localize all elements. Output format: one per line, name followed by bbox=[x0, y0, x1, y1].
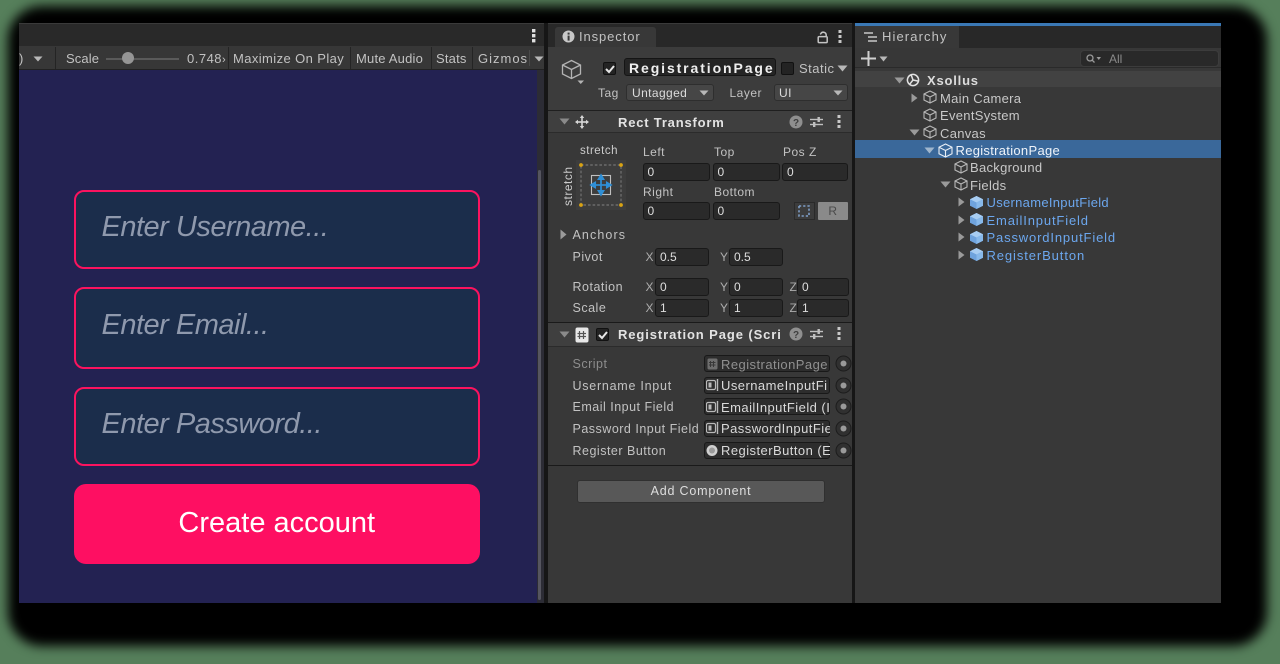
svg-text:?: ? bbox=[793, 330, 799, 341]
svg-text:?: ? bbox=[793, 118, 799, 129]
